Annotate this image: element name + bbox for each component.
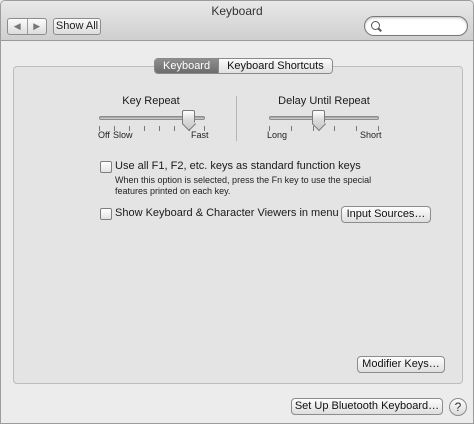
help-icon[interactable]: ? bbox=[449, 398, 467, 416]
search-icon bbox=[371, 21, 380, 30]
slider-tick bbox=[334, 126, 336, 131]
modifier-keys-button[interactable]: Modifier Keys… bbox=[357, 356, 445, 373]
back-arrow-icon[interactable]: ◀ bbox=[8, 19, 27, 34]
key-repeat-off-label: Off bbox=[98, 130, 110, 140]
viewers-label[interactable]: Show Keyboard & Character Viewers in men… bbox=[115, 207, 358, 219]
fn-keys-label[interactable]: Use all F1, F2, etc. keys as standard fu… bbox=[115, 160, 361, 172]
slider-tick bbox=[290, 126, 292, 131]
search-field[interactable] bbox=[364, 16, 468, 36]
delay-long-label: Long bbox=[267, 130, 288, 140]
key-repeat-slow-label: Slow bbox=[113, 130, 133, 140]
slider-divider bbox=[236, 96, 237, 141]
key-repeat-fast-label: Fast bbox=[191, 130, 209, 140]
keyboard-preferences-window: Keyboard ◀ ▶ Show All Keyboard Keyboard … bbox=[0, 0, 474, 424]
delay-until-repeat-slider-thumb[interactable] bbox=[311, 110, 325, 124]
delay-until-repeat-title: Delay Until Repeat bbox=[278, 95, 370, 107]
fn-keys-help-line-2: features printed on each key. bbox=[115, 186, 231, 196]
slider-tick bbox=[174, 126, 175, 131]
back-forward-control: ◀ ▶ bbox=[7, 18, 47, 35]
search-input[interactable] bbox=[383, 19, 463, 33]
tab-keyboard[interactable]: Keyboard bbox=[155, 59, 219, 73]
key-repeat-slider-thumb[interactable] bbox=[182, 110, 196, 124]
forward-arrow-icon[interactable]: ▶ bbox=[26, 19, 47, 34]
viewers-checkbox[interactable] bbox=[100, 208, 112, 220]
delay-short-label: Short bbox=[360, 130, 382, 140]
tab-bar: Keyboard Keyboard Shortcuts bbox=[154, 58, 333, 74]
fn-keys-help-line-1: When this option is selected, press the … bbox=[115, 175, 372, 185]
slider-tick bbox=[144, 126, 145, 131]
show-all-button[interactable]: Show All bbox=[53, 18, 101, 35]
slider-tick bbox=[159, 126, 160, 131]
input-sources-button[interactable]: Input Sources… bbox=[341, 206, 431, 223]
key-repeat-title: Key Repeat bbox=[122, 95, 180, 107]
slider-tick bbox=[356, 126, 358, 131]
set-up-bluetooth-keyboard-button[interactable]: Set Up Bluetooth Keyboard… bbox=[291, 398, 443, 415]
tab-keyboard-shortcuts[interactable]: Keyboard Shortcuts bbox=[218, 59, 332, 73]
title-bar: Keyboard ◀ ▶ Show All bbox=[1, 1, 473, 41]
keyboard-settings-panel bbox=[13, 66, 463, 384]
fn-keys-checkbox[interactable] bbox=[100, 161, 112, 173]
slider-tick bbox=[312, 126, 314, 131]
